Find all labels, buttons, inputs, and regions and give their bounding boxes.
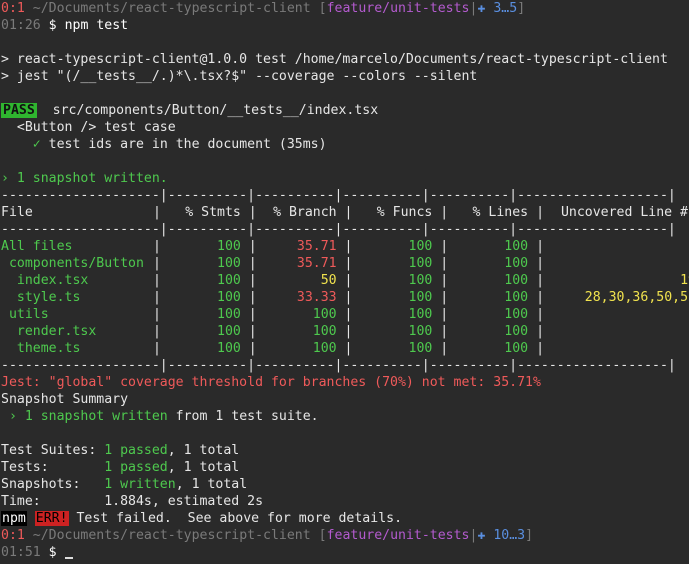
coverage-stmts: 100: [217, 239, 241, 254]
command-line: 01:26 $ npm test: [1, 18, 129, 33]
command-line[interactable]: 01:51 $: [1, 544, 689, 561]
git-branch: feature/unit-tests: [326, 1, 470, 16]
coverage-file: render.tsx: [1, 324, 97, 339]
coverage-stmts: 100: [217, 324, 241, 339]
test-result-line: PASS src/components/Button/__tests__/ind…: [1, 102, 689, 119]
check-icon: ✓: [32, 137, 41, 152]
coverage-stmts: 100: [217, 273, 241, 288]
coverage-stmts: 100: [217, 307, 241, 322]
npm-output-line: > react-typescript-client@1.0.0 test /ho…: [1, 52, 668, 67]
coverage-row: components/Button | 100 | 35.71 | 100 | 1…: [1, 256, 552, 271]
col-header-file: File: [1, 205, 33, 220]
coverage-uncovered: 28,30,36,50,52: [584, 290, 689, 305]
coverage-file: components/Button: [1, 256, 144, 271]
npm-output-line: > jest "(/__tests__/.)*\.tsx?$" --covera…: [1, 69, 478, 84]
coverage-file: style.ts: [1, 290, 81, 305]
coverage-funcs: 100: [408, 273, 433, 288]
coverage-rows: All files| 100 | 35.71 | 100 | 100 | | c…: [1, 238, 689, 357]
coverage-branch: 100: [312, 307, 337, 322]
threshold-error: Jest: "global" coverage threshold for br…: [1, 375, 541, 390]
coverage-branch: 33.33: [296, 290, 337, 305]
test-case-line: ✓ test ids are in the document (35ms): [1, 136, 689, 153]
test-case-name: test ids are in the document (35ms): [48, 137, 327, 152]
coverage-lines: 100: [504, 256, 529, 271]
coverage-file: utils: [1, 307, 49, 322]
cwd-path: ~/Documents/react-typescript-client: [32, 528, 311, 543]
test-file-path: src/components/Button/__tests__/index.ts…: [52, 103, 379, 118]
coverage-funcs: 100: [408, 307, 433, 322]
coverage-funcs: 100: [408, 324, 433, 339]
coverage-row: render.tsx| 100 | 100 | 100 | 100 | |: [1, 324, 552, 339]
git-branch: feature/unit-tests: [326, 528, 470, 543]
coverage-row: style.ts | 100 | 33.33 | 100 | 100 | 28,3…: [1, 289, 689, 306]
coverage-row: All files| 100 | 35.71 | 100 | 100 | |: [1, 239, 552, 254]
coverage-funcs: 100: [408, 256, 433, 271]
coverage-divider: --------------------|----------|--------…: [1, 358, 676, 373]
session-marker: 0:1: [1, 1, 25, 16]
error-message: Test failed. See above for more details.: [68, 511, 403, 526]
coverage-divider: --------------------|----------|--------…: [1, 188, 676, 203]
snapshot-summary-line: › 1 snapshot written from 1 test suite.: [1, 409, 319, 424]
coverage-lines: 100: [504, 273, 529, 288]
col-header-stmts: % Stmts: [185, 205, 241, 220]
npm-label: npm: [1, 511, 27, 526]
prompt-time: 01:51: [1, 545, 41, 560]
col-header-uncovered: Uncovered Line #s: [560, 205, 689, 220]
coverage-funcs: 100: [408, 290, 433, 305]
git-counts: 10…3: [493, 528, 526, 543]
summary-time: Time: 1.884s, estimated 2s: [1, 494, 264, 509]
prompt-line: 0:1 ~/Documents/react-typescript-client …: [1, 528, 534, 543]
coverage-file: All files: [1, 239, 73, 254]
coverage-uncovered: 19: [680, 273, 689, 288]
git-changes-icon: ✚: [477, 1, 486, 16]
coverage-row: theme.ts| 100 | 100 | 100 | 100 | |: [1, 341, 552, 356]
cwd-path: ~/Documents/react-typescript-client: [32, 1, 311, 16]
snapshot-summary-title: Snapshot Summary: [1, 392, 129, 407]
command-text: npm test: [64, 18, 129, 33]
coverage-stmts: 100: [217, 256, 241, 271]
coverage-file: index.tsx: [1, 273, 89, 288]
coverage-file: theme.ts: [1, 341, 81, 356]
coverage-lines: 100: [504, 324, 529, 339]
snapshot-written-line: › 1 snapshot written.: [1, 171, 168, 186]
coverage-funcs: 100: [408, 239, 433, 254]
pass-badge: PASS: [1, 103, 37, 118]
coverage-header-row: File | % Stmts | % Branch | % Funcs | % L…: [1, 204, 689, 221]
coverage-lines: 100: [504, 307, 529, 322]
coverage-row: utils| 100 | 100 | 100 | 100 | |: [1, 307, 552, 322]
coverage-divider: --------------------|----------|--------…: [1, 222, 676, 237]
col-header-lines: % Lines: [472, 205, 529, 220]
session-marker: 0:1: [1, 528, 25, 543]
coverage-branch: 35.71: [296, 239, 337, 254]
coverage-funcs: 100: [408, 341, 433, 356]
coverage-branch: 100: [312, 324, 337, 339]
prompt-time: 01:26: [1, 18, 41, 33]
summary-snapshots: Snapshots: 1 written, 1 total: [1, 477, 248, 492]
col-header-branch: % Branch: [273, 205, 337, 220]
test-suite-name: <Button /> test case: [1, 120, 176, 135]
terminal[interactable]: 0:1 ~/Documents/react-typescript-client …: [0, 0, 689, 561]
summary-suites: Test Suites: 1 passed, 1 total: [1, 443, 240, 458]
prompt-line: 0:1 ~/Documents/react-typescript-client …: [1, 1, 526, 16]
coverage-branch: 100: [312, 341, 337, 356]
err-badge: ERR!: [34, 511, 69, 526]
git-counts: 3…5: [493, 1, 518, 16]
coverage-lines: 100: [504, 290, 529, 305]
terminal-cursor[interactable]: [64, 557, 73, 559]
npm-error-line: npm ERR! Test failed. See above for more…: [1, 510, 689, 527]
coverage-stmts: 100: [217, 341, 241, 356]
coverage-branch: 35.71: [296, 256, 337, 271]
git-changes-icon: ✚: [477, 528, 486, 543]
col-header-funcs: % Funcs: [376, 205, 433, 220]
coverage-lines: 100: [504, 341, 529, 356]
coverage-lines: 100: [504, 239, 529, 254]
summary-tests: Tests: 1 passed, 1 total: [1, 460, 240, 475]
coverage-row: index.tsx| 100 | 50 | 100 | 100 | 19 |: [1, 272, 689, 289]
coverage-branch: 50: [320, 273, 337, 288]
coverage-stmts: 100: [217, 290, 241, 305]
